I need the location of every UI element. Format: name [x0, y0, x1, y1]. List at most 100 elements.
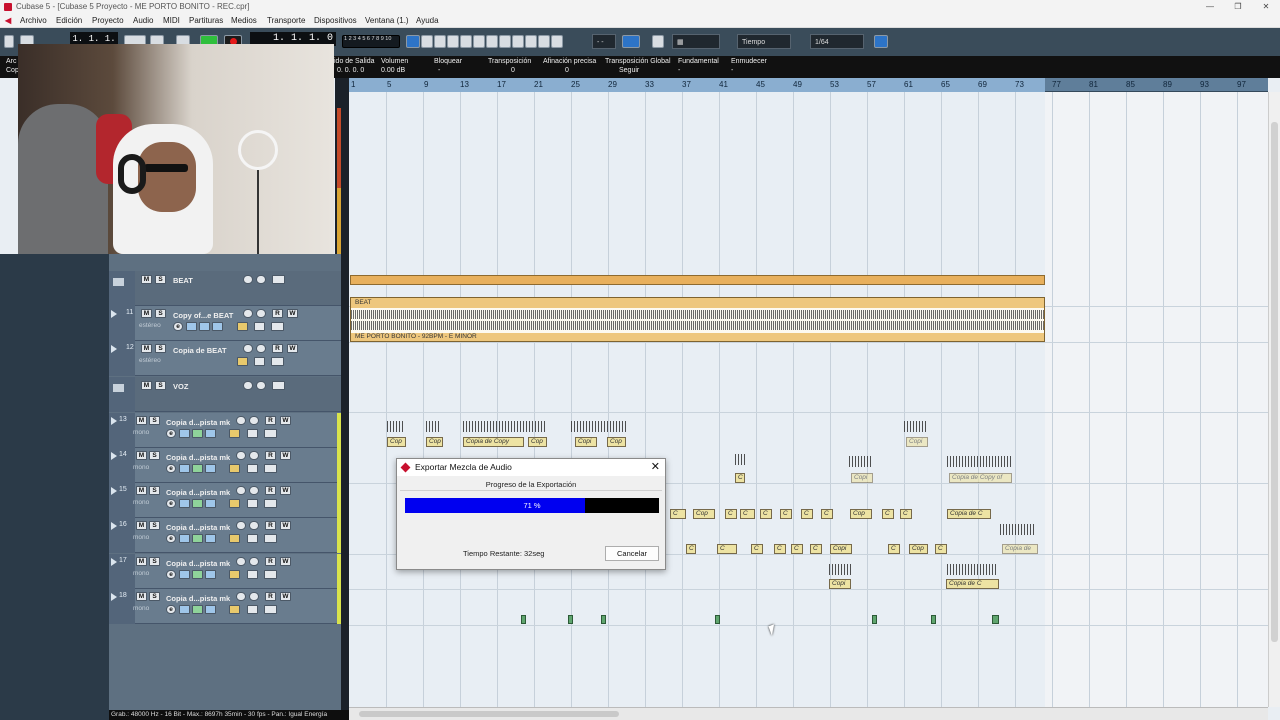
folder-lock-icon[interactable]	[247, 499, 258, 508]
sends-icon[interactable]	[205, 499, 216, 508]
write-button[interactable]: W	[280, 592, 291, 601]
visibility-number-grid[interactable]: 1 2 3 4 5 6 7 8 9 10	[342, 35, 400, 48]
read-button[interactable]: R	[265, 451, 276, 460]
track-12[interactable]: 12 M S Copia de BEAT R W estéreo	[109, 341, 341, 376]
menu-midi[interactable]: MIDI	[163, 14, 180, 28]
lane-icon[interactable]	[229, 429, 240, 438]
track-name[interactable]: Copia d...pista mk	[166, 418, 230, 427]
read-button[interactable]: R	[272, 309, 283, 318]
mute-button[interactable]: M	[141, 381, 152, 390]
info-value-fundamental[interactable]: -	[678, 67, 680, 74]
sends-icon[interactable]	[205, 464, 216, 473]
eq-icon[interactable]	[192, 534, 203, 543]
audio-event[interactable]: Cop	[909, 544, 928, 554]
audio-event[interactable]: C	[791, 544, 803, 554]
lane-icon[interactable]	[237, 357, 248, 366]
lane-icon[interactable]	[229, 464, 240, 473]
solo-button[interactable]: S	[149, 451, 160, 460]
audio-event[interactable]: C	[780, 509, 792, 519]
record-enable-icon[interactable]	[236, 592, 246, 601]
track-folder-beat[interactable]: M S BEAT	[109, 271, 341, 306]
record-enable-icon[interactable]	[243, 344, 253, 353]
folder-lock-icon[interactable]	[247, 464, 258, 473]
info-value-enmudecer[interactable]: -	[731, 67, 733, 74]
monitor-icon[interactable]	[249, 557, 259, 566]
audio-event-beat[interactable]: BEAT ME PORTO BONITO - 92BPM - E MINOR	[350, 297, 1045, 342]
track-name[interactable]: Copia d...pista mk	[166, 523, 230, 532]
audio-event[interactable]: Copia de Copy of	[949, 473, 1012, 483]
expand-arrow-icon[interactable]	[111, 487, 117, 495]
cancel-button[interactable]: Cancelar	[605, 546, 659, 561]
event-display[interactable]: BEAT ME PORTO BONITO - 92BPM - E MINOR C…	[349, 92, 1268, 707]
audio-event[interactable]: Cop	[850, 509, 872, 519]
automation-icon[interactable]	[271, 357, 284, 366]
monitor-icon[interactable]	[256, 309, 266, 318]
automation-icon[interactable]	[271, 322, 284, 331]
audio-event[interactable]: Copi	[906, 437, 928, 447]
track-16[interactable]: 16 M S Copia d...pista mk R W mono e	[109, 518, 341, 553]
audio-event[interactable]: C	[670, 509, 686, 519]
menu-ayuda[interactable]: Ayuda	[416, 14, 439, 28]
track-11[interactable]: 11 M S Copy of...e BEAT R W estéreo e	[109, 306, 341, 341]
track-folder-voz[interactable]: M S VOZ	[109, 377, 341, 412]
read-button[interactable]: R	[265, 486, 276, 495]
audio-event[interactable]: C	[760, 509, 772, 519]
mute-button[interactable]: M	[141, 344, 152, 353]
inserts-icon[interactable]	[179, 464, 190, 473]
automation-icon[interactable]	[264, 464, 277, 473]
automation-icon[interactable]	[264, 605, 277, 614]
folder-lock-icon[interactable]	[247, 534, 258, 543]
track-name[interactable]: Copia d...pista mk	[166, 488, 230, 497]
glue-tool-icon[interactable]	[447, 35, 459, 48]
solo-button[interactable]: S	[149, 486, 160, 495]
audio-event[interactable]: Copi	[575, 437, 597, 447]
mute-button[interactable]: M	[136, 592, 147, 601]
solo-button[interactable]: S	[155, 275, 166, 284]
audio-event[interactable]: Cop	[607, 437, 626, 447]
mute-button[interactable]: M	[136, 451, 147, 460]
lane-icon[interactable]	[229, 605, 240, 614]
expand-arrow-icon[interactable]	[111, 310, 117, 318]
track-name[interactable]: Copia de BEAT	[173, 346, 227, 355]
close-window-button[interactable]: ✕	[1252, 0, 1280, 14]
eq-icon[interactable]	[192, 499, 203, 508]
lane-icon[interactable]	[229, 570, 240, 579]
expand-arrow-icon[interactable]	[111, 522, 117, 530]
monitor-icon[interactable]	[249, 486, 259, 495]
track-14[interactable]: 14 M S Copia d...pista mk R W mono e	[109, 448, 341, 483]
record-enable-icon[interactable]	[243, 275, 253, 284]
solo-button[interactable]: S	[149, 557, 160, 566]
track-13[interactable]: 13 M S Copia d...pista mk R W mono e	[109, 413, 341, 448]
edit-channel-button[interactable]: e	[166, 429, 176, 438]
edit-channel-button[interactable]: e	[173, 322, 183, 331]
audio-event-small[interactable]	[992, 615, 999, 624]
audio-event[interactable]: C	[821, 509, 833, 519]
audio-event[interactable]: C	[717, 544, 737, 554]
automation-icon[interactable]	[264, 429, 277, 438]
write-button[interactable]: W	[280, 416, 291, 425]
audio-event-small[interactable]	[872, 615, 877, 624]
erase-tool-icon[interactable]	[460, 35, 472, 48]
track-18[interactable]: 18 M S Copia d...pista mk R W mono e	[109, 589, 341, 624]
grid-type-select[interactable]: ▦	[672, 34, 720, 49]
sends-icon[interactable]	[212, 322, 223, 331]
expand-arrow-icon[interactable]	[111, 558, 117, 566]
audio-event[interactable]: C	[888, 544, 900, 554]
eq-icon[interactable]	[192, 464, 203, 473]
audio-event[interactable]: C	[774, 544, 786, 554]
solo-button[interactable]: S	[149, 521, 160, 530]
track-name[interactable]: BEAT	[173, 276, 193, 285]
timeline-ruler[interactable]: 1 5 9 13 17 21 25 29 33 37 41 45 49 53 5…	[349, 78, 1268, 92]
scroll-thumb[interactable]	[1271, 122, 1278, 642]
lane-icon[interactable]	[229, 499, 240, 508]
read-button[interactable]: R	[265, 557, 276, 566]
edit-channel-button[interactable]: e	[166, 464, 176, 473]
eq-icon[interactable]	[192, 429, 203, 438]
track-15[interactable]: 15 M S Copia d...pista mk R W mono e	[109, 483, 341, 518]
audio-event[interactable]: Cop	[693, 509, 715, 519]
eq-icon[interactable]	[199, 322, 210, 331]
menu-archivo[interactable]: Archivo	[20, 14, 47, 28]
scroll-thumb[interactable]	[359, 711, 619, 717]
quantize-select[interactable]: 1/64	[810, 34, 864, 49]
folder-lock-icon[interactable]	[254, 322, 265, 331]
